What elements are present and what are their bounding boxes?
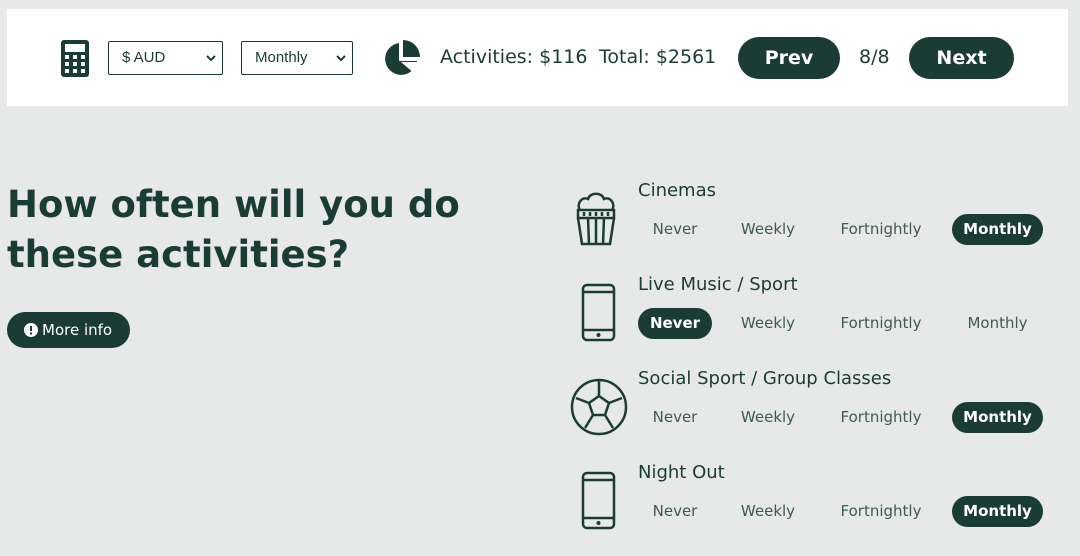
calculator-icon[interactable] <box>61 40 89 77</box>
activity-cinemas: Cinemas Never Weekly Fortnightly Monthly <box>560 180 1060 274</box>
activity-night-out: Night Out Never Weekly Fortnightly Month… <box>560 462 1060 556</box>
option-weekly[interactable]: Weekly <box>728 214 808 245</box>
activity-social-sport: Social Sport / Group Classes Never Weekl… <box>560 368 1060 462</box>
currency-select[interactable]: $ AUD <box>108 41 223 75</box>
frequency-select-value: Monthly <box>255 49 308 66</box>
option-fortnightly[interactable]: Fortnightly <box>824 214 938 245</box>
grand-total: Total: $2561 <box>599 46 717 68</box>
option-never[interactable]: Never <box>638 214 712 245</box>
option-monthly[interactable]: Monthly <box>952 214 1043 245</box>
chevron-down-icon <box>336 55 346 62</box>
option-never[interactable]: Never <box>638 402 712 433</box>
soccer-ball-icon <box>570 378 628 436</box>
option-monthly[interactable]: Monthly <box>952 496 1043 527</box>
option-fortnightly[interactable]: Fortnightly <box>824 402 938 433</box>
option-weekly[interactable]: Weekly <box>728 496 808 527</box>
option-fortnightly[interactable]: Fortnightly <box>824 496 938 527</box>
frequency-select[interactable]: Monthly <box>241 41 353 75</box>
activities-total: Activities: $116 <box>440 46 588 68</box>
option-fortnightly[interactable]: Fortnightly <box>824 308 938 339</box>
option-monthly[interactable]: Monthly <box>952 308 1043 339</box>
pie-chart-icon[interactable] <box>381 38 422 79</box>
info-icon <box>24 323 38 337</box>
next-button[interactable]: Next <box>909 37 1014 79</box>
mobile-phone-icon <box>581 471 616 530</box>
prev-button[interactable]: Prev <box>738 37 840 79</box>
option-never[interactable]: Never <box>638 308 712 339</box>
chevron-down-icon <box>206 55 216 62</box>
activity-title: Live Music / Sport <box>638 274 798 295</box>
currency-select-value: $ AUD <box>122 49 166 66</box>
activity-title: Cinemas <box>638 180 716 201</box>
activity-title: Night Out <box>638 462 725 483</box>
page-title: How often will you do these activities? <box>7 183 460 276</box>
activity-title: Social Sport / Group Classes <box>638 368 892 389</box>
activity-live-music-sport: Live Music / Sport Never Weekly Fortnigh… <box>560 274 1060 368</box>
more-info-button[interactable]: More info <box>7 312 130 348</box>
option-weekly[interactable]: Weekly <box>728 308 808 339</box>
more-info-label: More info <box>42 321 113 339</box>
page-indicator: 8/8 <box>859 46 890 68</box>
option-never[interactable]: Never <box>638 496 712 527</box>
option-weekly[interactable]: Weekly <box>728 402 808 433</box>
mobile-phone-icon <box>581 283 616 342</box>
popcorn-icon <box>576 192 616 246</box>
option-monthly[interactable]: Monthly <box>952 402 1043 433</box>
